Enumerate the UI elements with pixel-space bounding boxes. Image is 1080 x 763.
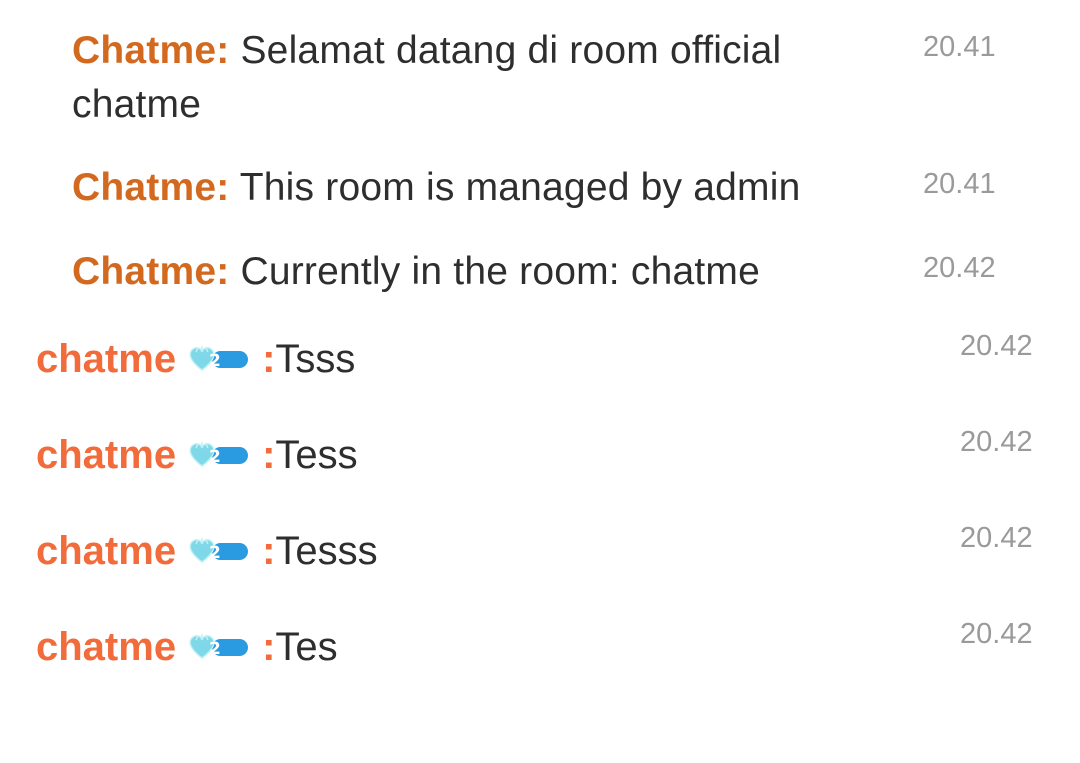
user-message[interactable]: chatme 2 : Tes: [36, 619, 338, 675]
badge-level: 2: [209, 639, 221, 659]
system-sender: Chatme:: [72, 166, 230, 209]
badge-level: 2: [209, 543, 221, 563]
badge-level: 2: [209, 447, 221, 467]
username[interactable]: chatme: [36, 337, 176, 382]
message-timestamp: 20.41: [923, 168, 996, 200]
message-text: Tesss: [275, 528, 378, 573]
username[interactable]: chatme: [36, 529, 176, 574]
badge-level: 2: [209, 351, 221, 371]
username[interactable]: chatme: [36, 625, 176, 670]
heart-level-badge-icon: 2: [186, 536, 250, 566]
system-message-text: This room is managed by admin: [239, 166, 801, 209]
message-text: Tess: [275, 432, 358, 477]
message-separator: :: [262, 624, 276, 669]
message-timestamp: 20.42: [960, 426, 1033, 458]
message-separator: :: [262, 528, 276, 573]
message-timestamp: 20.42: [960, 522, 1033, 554]
system-sender: Chatme:: [72, 29, 230, 72]
message-text: Tes: [275, 624, 338, 669]
message-timestamp: 20.41: [923, 31, 996, 63]
message-separator: :: [262, 336, 276, 381]
chat-message-list[interactable]: Chatme: Selamat datang di room official …: [0, 0, 1080, 763]
heart-level-badge-icon: 2: [186, 440, 250, 470]
system-message: Chatme: This room is managed by admin: [72, 161, 862, 215]
user-message[interactable]: chatme 2 : Tsss: [36, 331, 355, 387]
heart-level-badge-icon: 2: [186, 632, 250, 662]
message-timestamp: 20.42: [960, 330, 1033, 362]
user-message[interactable]: chatme 2 : Tesss: [36, 523, 378, 579]
system-sender: Chatme:: [72, 250, 230, 293]
heart-level-badge-icon: 2: [186, 344, 250, 374]
message-timestamp: 20.42: [923, 252, 996, 284]
username[interactable]: chatme: [36, 433, 176, 478]
system-message: Chatme: Currently in the room: chatme: [72, 245, 862, 299]
user-message[interactable]: chatme 2 : Tess: [36, 427, 358, 483]
message-separator: :: [262, 432, 276, 477]
message-timestamp: 20.42: [960, 618, 1033, 650]
message-text: Tsss: [275, 336, 356, 381]
system-message: Chatme: Selamat datang di room official …: [72, 24, 862, 132]
system-message-text: Currently in the room: chatme: [240, 250, 760, 293]
